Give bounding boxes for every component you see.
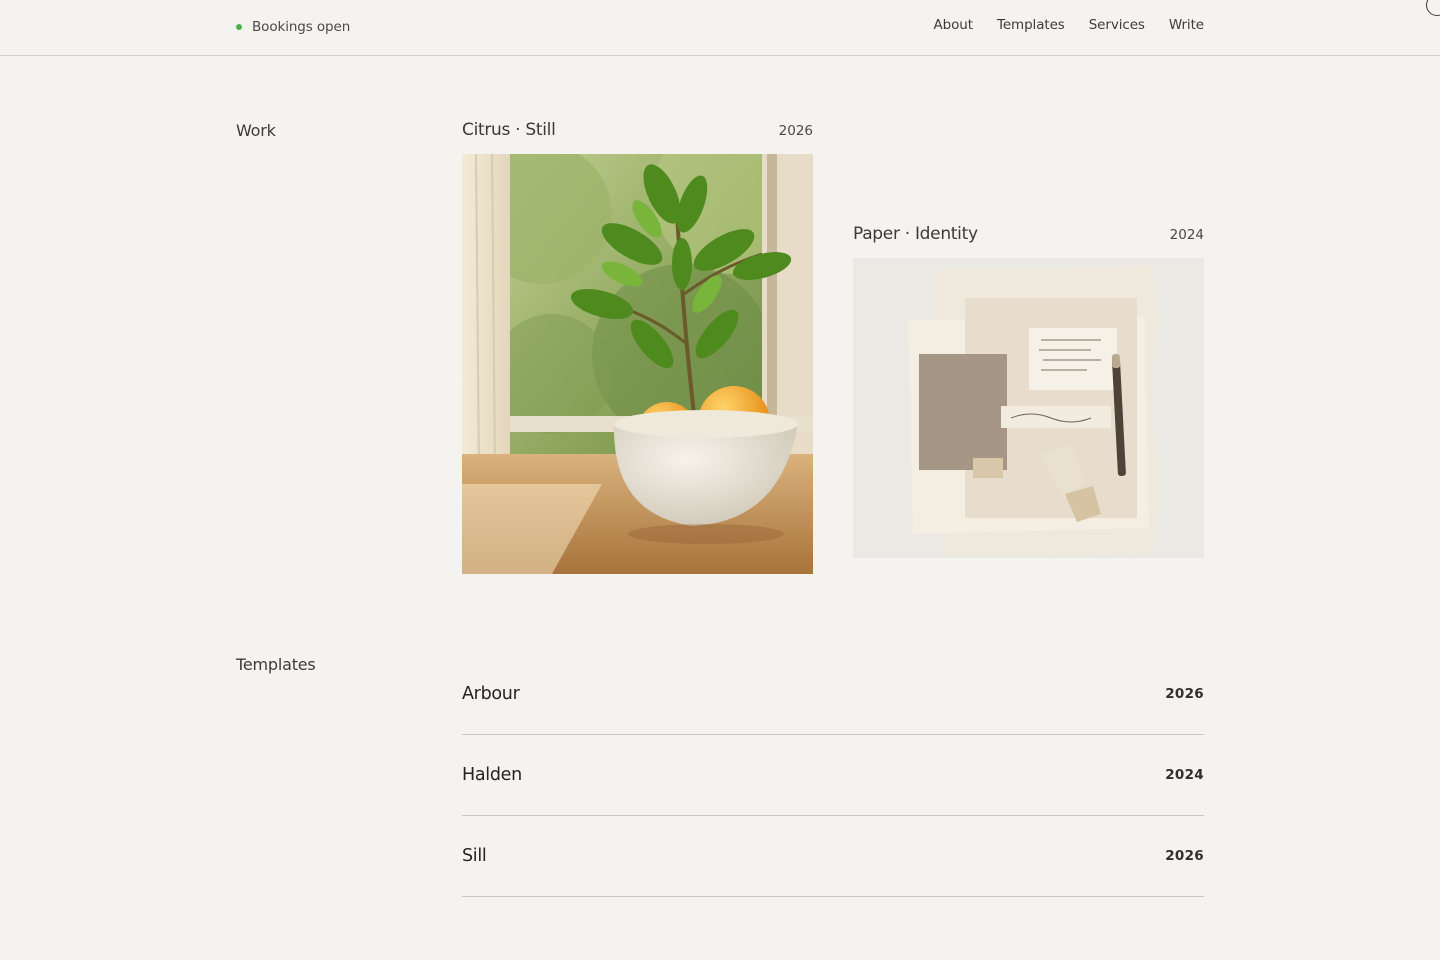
list-item[interactable]: Sill 2026 [462,816,1204,897]
nav-about[interactable]: About [934,17,974,37]
work-card-paper[interactable]: Paper · Identity 2024 [853,224,1204,558]
page: Bookings open About Templates Services W… [0,0,1440,960]
card-title: Citrus · Still [462,120,556,140]
citrus-still-image [462,154,813,574]
templates-list: Arbour 2026 Halden 2024 Sill 2026 [462,654,1204,897]
template-name: Halden [462,765,522,785]
booking-status: Bookings open [236,18,350,36]
card-title: Paper · Identity [853,224,978,244]
nav-templates[interactable]: Templates [997,17,1065,37]
template-year: 2024 [1165,767,1204,783]
card-year: 2026 [778,123,813,139]
template-name: Sill [462,846,487,866]
work-section-label: Work [236,121,276,140]
list-item[interactable]: Halden 2024 [462,735,1204,816]
paper-identity-image [853,258,1204,558]
status-dot-icon [236,24,242,30]
template-name: Arbour [462,684,520,704]
status-label: Bookings open [252,19,351,35]
work-card-citrus[interactable]: Citrus · Still 2026 [462,120,813,574]
list-item[interactable]: Arbour 2026 [462,654,1204,735]
site-header: Bookings open About Templates Services W… [0,0,1440,56]
nav-services[interactable]: Services [1089,17,1145,37]
circle-icon[interactable] [1426,0,1440,16]
card-year: 2024 [1169,227,1204,243]
templates-section-label: Templates [236,655,316,674]
nav-write[interactable]: Write [1169,17,1204,37]
template-year: 2026 [1165,848,1204,864]
template-year: 2026 [1165,686,1204,702]
main-nav: About Templates Services Write [934,17,1205,37]
